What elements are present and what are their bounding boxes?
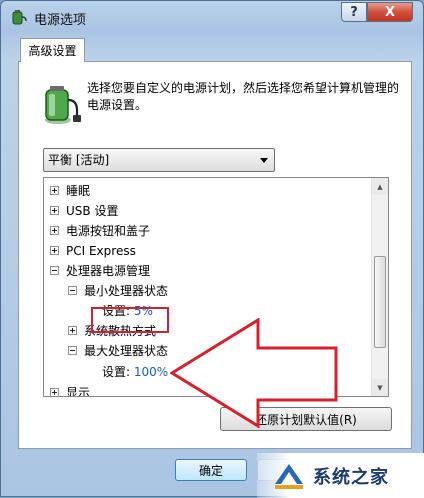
- advanced-settings-panel: 选择您要自定义的电源计划，然后选择您希望计算机管理的电源设置。 平衡 [活动] …: [18, 61, 412, 449]
- setting-value-link[interactable]: 100%: [134, 365, 168, 379]
- tree-item-label: 电源按钮和盖子: [66, 224, 151, 238]
- power-options-window: 电源选项 ? X 高级设置 选择您要自定义的电源计划，然后选择您希望计算机管理的…: [0, 0, 424, 498]
- tree-item-label: USB 设置: [66, 204, 119, 218]
- tree-item-sleep[interactable]: 睡眠: [50, 182, 90, 200]
- tree-item-usb-settings[interactable]: USB 设置: [50, 202, 118, 220]
- power-plan-selected-value: 平衡 [活动]: [48, 153, 110, 167]
- tree-item-label: 最大处理器状态: [84, 344, 169, 358]
- instruction-text: 选择您要自定义的电源计划，然后选择您希望计算机管理的电源设置。: [87, 81, 400, 112]
- tree-item-max-processor-setting[interactable]: 设置: 100%: [102, 363, 168, 381]
- tree-item-label: PCI Express: [66, 244, 136, 258]
- annotation-highlight-box: [91, 307, 169, 333]
- expand-plus-icon[interactable]: [50, 226, 59, 235]
- xitongzhijia-logo-icon: [275, 463, 303, 489]
- expand-plus-icon[interactable]: [50, 246, 59, 255]
- tree-item-display[interactable]: 显示: [50, 384, 91, 397]
- close-button[interactable]: X: [367, 2, 413, 22]
- window-title: 电源选项: [34, 13, 87, 28]
- tree-item-label: 睡眠: [66, 184, 91, 198]
- tree-item-power-buttons-lid[interactable]: 电源按钮和盖子: [50, 222, 150, 240]
- tree-item-min-processor-state[interactable]: 最小处理器状态: [68, 282, 168, 300]
- expand-plus-icon[interactable]: [68, 326, 77, 335]
- scroll-up-icon[interactable]: ▲: [372, 178, 388, 195]
- collapse-minus-icon[interactable]: [68, 286, 77, 295]
- tree-item-label: 处理器电源管理: [66, 264, 151, 278]
- collapse-minus-icon[interactable]: [50, 266, 59, 275]
- expand-plus-icon[interactable]: [50, 186, 59, 195]
- battery-plug-icon: [45, 86, 81, 124]
- title-bar[interactable]: 电源选项 ? X: [1, 1, 423, 31]
- scrollbar-thumb[interactable]: [374, 256, 386, 348]
- expand-plus-icon[interactable]: [50, 388, 59, 396]
- ok-button[interactable]: 确定: [175, 459, 247, 481]
- expand-plus-icon[interactable]: [50, 206, 59, 215]
- tree-item-label: 显示: [66, 386, 91, 397]
- tree-scrollbar[interactable]: ▲ ▼: [371, 178, 388, 396]
- tree-item-label: 最小处理器状态: [84, 284, 169, 298]
- scroll-down-icon[interactable]: ▼: [372, 379, 388, 396]
- tab-advanced-settings[interactable]: 高级设置: [20, 38, 85, 62]
- chevron-down-icon: [260, 158, 268, 163]
- tree-item-pci-express[interactable]: PCI Express: [50, 242, 136, 260]
- annotation-arrow-icon: [170, 318, 338, 428]
- battery-plug-icon: [12, 10, 27, 25]
- tree-item-max-processor-state[interactable]: 最大处理器状态: [68, 342, 168, 360]
- site-watermark: 系统之家: [257, 453, 424, 498]
- power-plan-select[interactable]: 平衡 [活动]: [43, 148, 275, 172]
- tree-item-processor-power-management[interactable]: 处理器电源管理: [50, 262, 150, 280]
- help-button[interactable]: ?: [341, 2, 367, 22]
- setting-label: 设置:: [102, 365, 131, 379]
- watermark-text: 系统之家: [313, 466, 389, 488]
- collapse-minus-icon[interactable]: [68, 346, 77, 355]
